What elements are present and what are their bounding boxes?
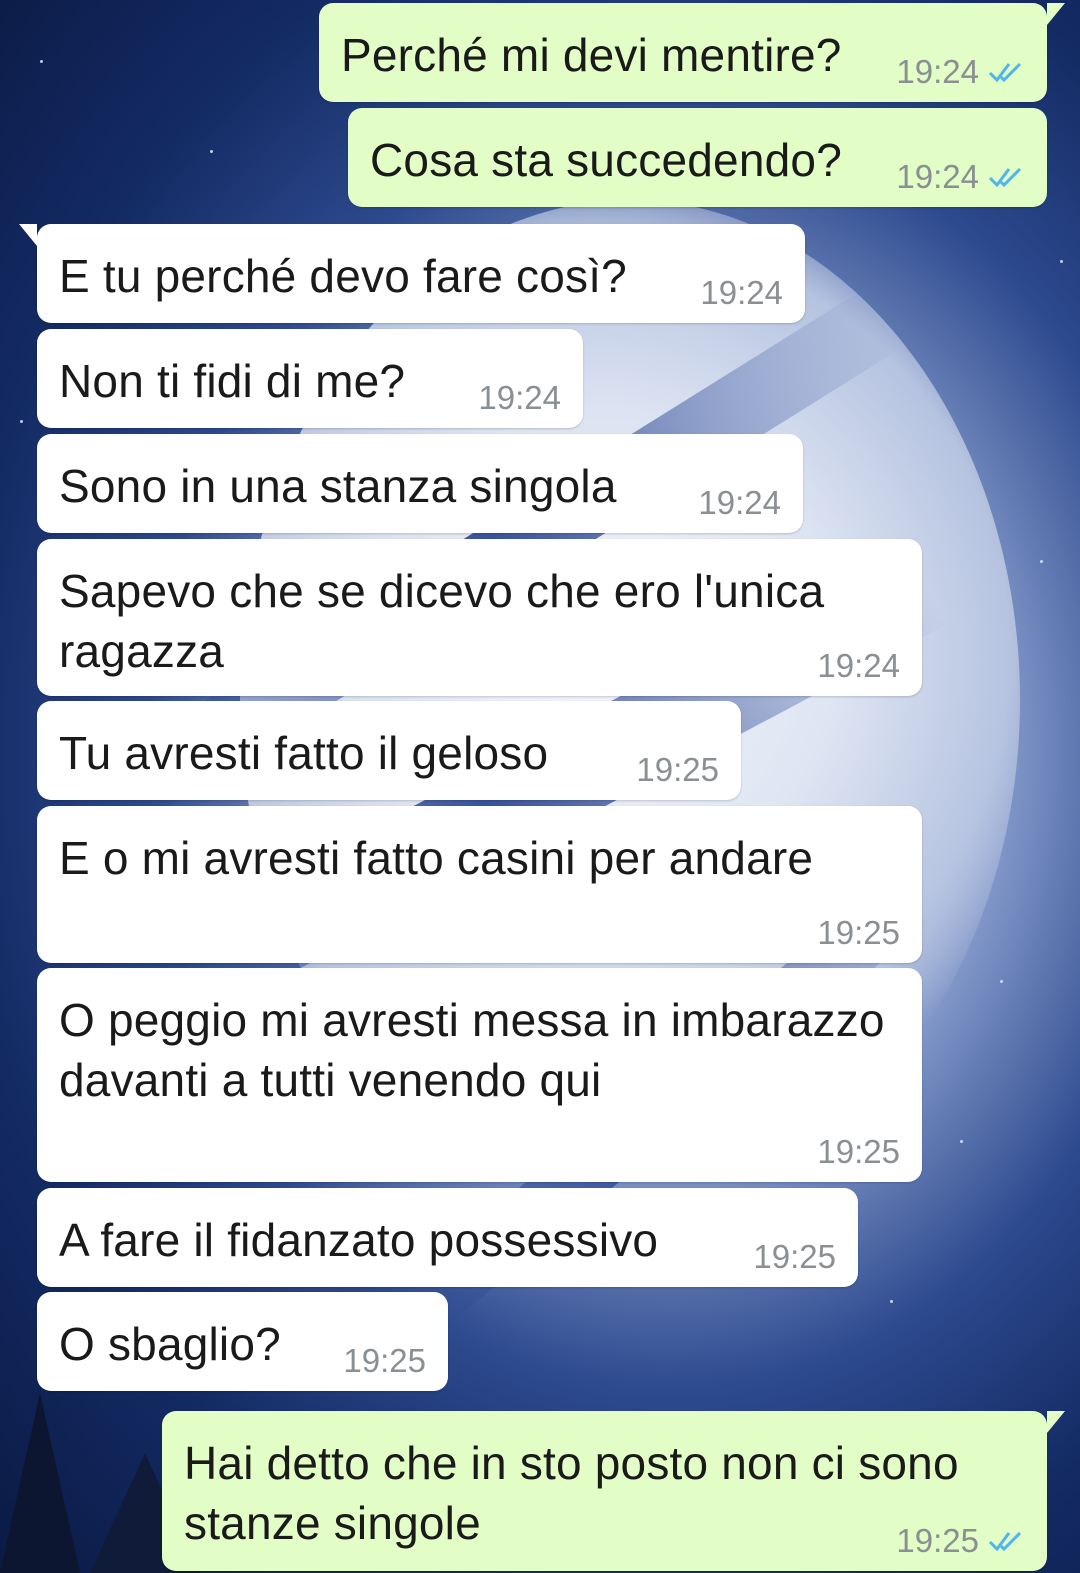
- message-meta: 19:24: [896, 159, 1025, 195]
- message-meta: 19:25: [636, 752, 719, 788]
- message-text: E tu perché devo fare così?: [59, 250, 627, 302]
- message-bubble-incoming[interactable]: E o mi avresti fatto casini per andare 1…: [37, 806, 922, 963]
- message-bubble-incoming[interactable]: Sono in una stanza singola 19:24: [37, 434, 803, 533]
- message-time: 19:25: [817, 914, 900, 951]
- double-check-read-icon: [988, 167, 1022, 188]
- message-bubble-outgoing[interactable]: Cosa sta succedendo? 19:24: [348, 108, 1047, 207]
- message-text: A fare il fidanzato possessivo: [59, 1214, 659, 1266]
- message-bubble-incoming[interactable]: O peggio mi avresti messa in imbarazzo d…: [37, 968, 922, 1182]
- message-bubble-incoming[interactable]: Sapevo che se dicevo che ero l'unica rag…: [37, 539, 922, 696]
- message-time: 19:24: [700, 274, 783, 311]
- message-bubble-incoming[interactable]: Non ti fidi di me? 19:24: [37, 329, 583, 428]
- message-time: 19:24: [698, 484, 781, 521]
- double-check-read-icon: [988, 1531, 1022, 1552]
- message-meta: 19:25: [817, 915, 900, 951]
- message-meta: 19:24: [896, 54, 1025, 90]
- message-time: 19:24: [478, 379, 561, 416]
- message-meta: 19:24: [478, 380, 561, 416]
- message-bubble-outgoing[interactable]: Hai detto che in sto posto non ci sono s…: [162, 1411, 1065, 1571]
- message-bubble-outgoing[interactable]: Perché mi devi mentire? 19:24: [319, 3, 1065, 102]
- bubble-tail: [19, 224, 37, 246]
- message-bubble-incoming[interactable]: E tu perché devo fare così? 19:24: [19, 224, 805, 323]
- message-text: O peggio mi avresti messa in imbarazzo d…: [59, 994, 885, 1106]
- message-time: 19:25: [896, 1522, 979, 1559]
- message-time: 19:25: [753, 1238, 836, 1275]
- message-text: Tu avresti fatto il geloso: [59, 727, 549, 779]
- message-time: 19:24: [896, 158, 979, 195]
- message-text: Sapevo che se dicevo che ero l'unica rag…: [59, 565, 825, 677]
- message-meta: 19:24: [700, 275, 783, 311]
- message-time: 19:24: [817, 647, 900, 684]
- message-text: E o mi avresti fatto casini per andare: [59, 832, 814, 884]
- message-bubble-incoming[interactable]: O sbaglio? 19:25: [37, 1292, 448, 1391]
- message-meta: 19:25: [817, 1134, 900, 1170]
- message-meta: 19:25: [343, 1343, 426, 1379]
- message-time: 19:25: [817, 1133, 900, 1170]
- bubble-tail: [1047, 3, 1065, 25]
- message-meta: 19:24: [817, 648, 900, 684]
- message-meta: 19:25: [896, 1523, 1025, 1559]
- bubble-tail: [1047, 1411, 1065, 1433]
- message-meta: 19:25: [753, 1239, 836, 1275]
- message-bubble-incoming[interactable]: A fare il fidanzato possessivo 19:25: [37, 1188, 858, 1287]
- message-time: 19:25: [636, 751, 719, 788]
- message-time: 19:24: [896, 53, 979, 90]
- message-bubble-incoming[interactable]: Tu avresti fatto il geloso 19:25: [37, 701, 741, 800]
- message-meta: 19:24: [698, 485, 781, 521]
- message-list[interactable]: Perché mi devi mentire? 19:24 Cosa sta s…: [0, 0, 1080, 1573]
- message-text: Sono in una stanza singola: [59, 460, 617, 512]
- double-check-read-icon: [988, 62, 1022, 83]
- message-time: 19:25: [343, 1342, 426, 1379]
